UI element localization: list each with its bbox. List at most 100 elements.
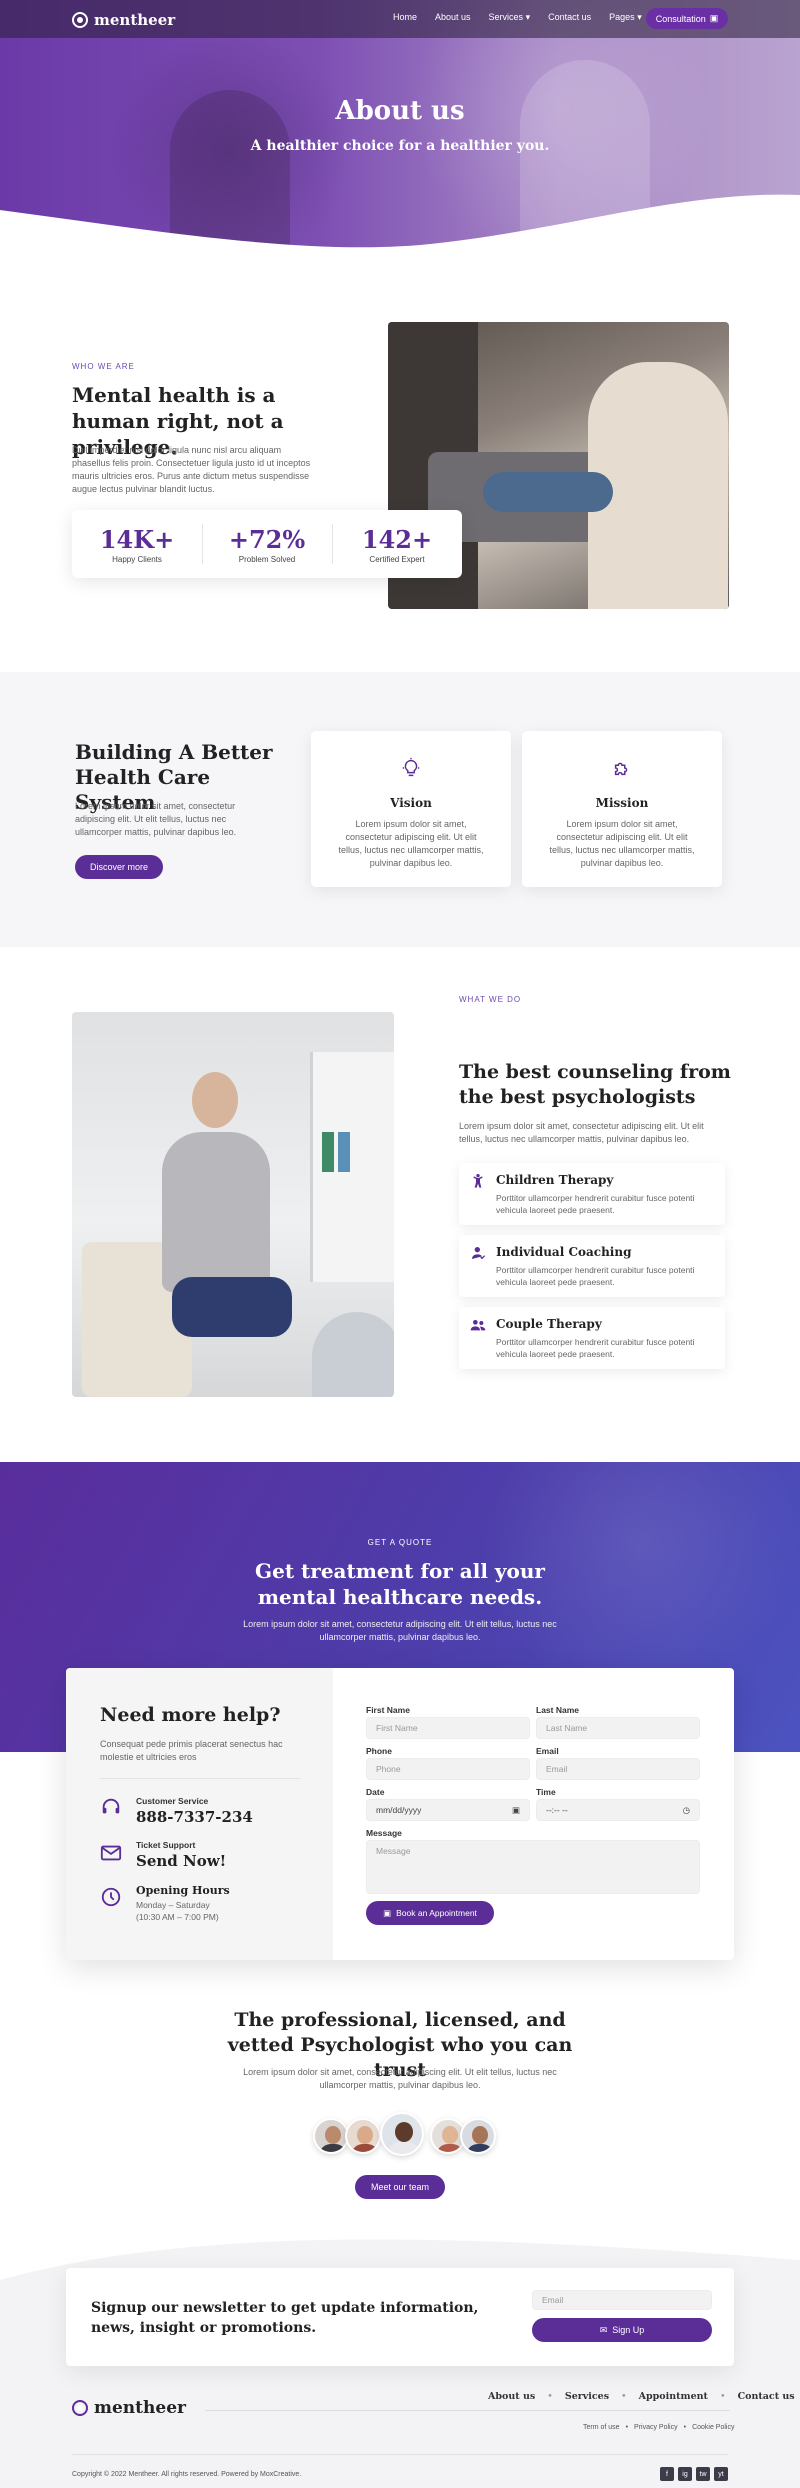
footer-link-about[interactable]: About us — [488, 2391, 535, 2402]
stat-problem-solved: +72% Problem Solved — [202, 510, 332, 578]
chevron-down-icon: ▾ — [525, 12, 531, 22]
stat-value: 14K+ — [99, 524, 175, 554]
hero-banner — [0, 0, 800, 260]
footer-link-contact[interactable]: Contact us — [738, 2391, 795, 2402]
time-label: Time — [536, 1787, 556, 1797]
service-title: Individual Coaching — [496, 1245, 632, 1259]
chevron-down-icon: ▾ — [637, 12, 642, 22]
separator: • — [719, 2391, 726, 2402]
copyright: Copyright © 2022 Mentheer. All rights re… — [72, 2471, 302, 2478]
nav-about[interactable]: About us — [435, 12, 471, 23]
child-icon — [473, 1174, 483, 1188]
service-text: Porttitor ullamcorper hendrerit curabitu… — [496, 1265, 695, 1287]
puzzle-icon — [614, 762, 628, 776]
hours-time: (10:30 AM – 7:00 PM) — [136, 1912, 219, 1922]
page-subtitle: A healthier choice for a healthier you. — [250, 138, 550, 154]
email-field[interactable]: Email — [536, 1758, 700, 1780]
discover-more-button[interactable]: Discover more — [75, 855, 163, 879]
consultation-label: Consultation — [655, 13, 706, 24]
nav-services[interactable]: Services ▾ — [489, 12, 531, 23]
send-now-link[interactable]: Send Now! — [136, 1852, 226, 1870]
footer-link-services[interactable]: Services — [565, 2391, 609, 2402]
quote-text: Lorem ipsum dolor sit amet, consectetur … — [243, 1619, 557, 1642]
logo-icon — [72, 12, 88, 28]
legal-terms[interactable]: Term of use — [583, 2424, 620, 2431]
nav-home[interactable]: Home — [393, 12, 417, 23]
twitter-icon[interactable]: tw — [696, 2467, 710, 2481]
service-title: Children Therapy — [496, 1173, 614, 1187]
legal-cookie[interactable]: Cookie Policy — [692, 2424, 734, 2431]
calendar-icon: ▣ — [511, 1804, 520, 1815]
brand-logo[interactable]: mentheer — [72, 11, 175, 29]
last-name-field[interactable]: Last Name — [536, 1717, 700, 1739]
first-name-placeholder: First Name — [376, 1723, 418, 1733]
facebook-icon[interactable]: f — [660, 2467, 674, 2481]
calendar-icon: ▣ — [383, 1907, 392, 1918]
contact-label: Customer Service — [136, 1796, 209, 1806]
stat-value: +72% — [228, 524, 306, 554]
help-title: Need more help? — [100, 1704, 281, 1726]
mission-text: Lorem ipsum dolor sit amet, consectetur … — [549, 819, 695, 868]
services-title: The best counseling from the best psycho… — [459, 1061, 731, 1108]
separator: • — [683, 2424, 687, 2431]
stat-certified-expert: 142+ Certified Expert — [332, 510, 462, 578]
meet-our-team-button[interactable]: Meet our team — [355, 2175, 445, 2199]
users-icon — [470, 1320, 486, 1331]
date-field[interactable]: mm/dd/yyyy ▣ — [366, 1799, 530, 1821]
divider — [100, 1778, 300, 1779]
team-avatar-2[interactable] — [345, 2118, 381, 2154]
legal-privacy[interactable]: Privacy Policy — [634, 2424, 678, 2431]
psychologist-photo — [72, 1012, 394, 1397]
footer-logo[interactable]: mentheer — [72, 2398, 186, 2418]
services-text: Lorem ipsum dolor sit amet, consectetur … — [459, 1121, 704, 1144]
appointment-card: Need more help? Consequat pede primis pl… — [66, 1668, 734, 1960]
book-appointment-button[interactable]: ▣ Book an Appointment — [366, 1901, 494, 1925]
phone-label: Phone — [366, 1746, 392, 1756]
quote-eyebrow: GET A QUOTE — [367, 1538, 433, 1547]
last-name-label: Last Name — [536, 1705, 579, 1715]
team-avatar-3[interactable] — [380, 2112, 424, 2156]
message-placeholder: Message — [376, 1846, 411, 1856]
help-panel: Need more help? Consequat pede primis pl… — [66, 1668, 333, 1960]
nav-pages[interactable]: Pages ▾ — [609, 12, 642, 23]
stat-happy-clients: 14K+ Happy Clients — [72, 510, 202, 578]
service-individual-coaching[interactable]: Individual Coaching Porttitor ullamcorpe… — [459, 1235, 725, 1297]
footer-bottom-divider — [72, 2454, 728, 2455]
newsletter-email-input[interactable]: Email — [532, 2290, 712, 2310]
building-text: Lorem ipsum dolor sit amet, consectetur … — [75, 801, 237, 837]
service-couple-therapy[interactable]: Couple Therapy Porttitor ullamcorper hen… — [459, 1307, 725, 1369]
footer-brand-name: mentheer — [94, 2398, 186, 2418]
team-avatar-5[interactable] — [460, 2118, 496, 2154]
team-avatar-1[interactable] — [313, 2118, 349, 2154]
time-placeholder: --:-- -- — [546, 1805, 568, 1815]
brand-name: mentheer — [94, 11, 176, 29]
stat-label: Certified Expert — [369, 554, 425, 564]
sign-up-button[interactable]: ✉ Sign Up — [532, 2318, 712, 2342]
consultation-button[interactable]: Consultation ▣ — [646, 8, 728, 29]
nav-contact[interactable]: Contact us — [548, 12, 591, 23]
newsletter-title: Signup our newsletter to get update info… — [91, 2300, 479, 2336]
contact-label: Opening Hours — [136, 1884, 230, 1897]
date-placeholder: mm/dd/yyyy — [376, 1805, 422, 1815]
service-children-therapy[interactable]: Children Therapy Porttitor ullamcorper h… — [459, 1163, 725, 1225]
envelope-icon: ✉ — [599, 2324, 608, 2335]
newsletter-box: Signup our newsletter to get update info… — [66, 2268, 734, 2366]
time-field[interactable]: --:-- -- ◷ — [536, 1799, 700, 1821]
instagram-icon[interactable]: ig — [678, 2467, 692, 2481]
email-label: Email — [536, 1746, 559, 1756]
contact-label: Ticket Support — [136, 1840, 196, 1850]
hours-days: Monday – Saturday — [136, 1900, 210, 1910]
hero-wave — [0, 194, 800, 260]
main-nav: Home About us Services ▾ Contact us Page… — [393, 12, 642, 23]
stat-label: Happy Clients — [112, 554, 162, 564]
phone-field[interactable]: Phone — [366, 1758, 530, 1780]
message-field[interactable]: Message — [366, 1840, 700, 1894]
contact-phone[interactable]: 888-7337-234 — [136, 1808, 253, 1826]
service-title: Couple Therapy — [496, 1317, 602, 1331]
newsletter-email-placeholder: Email — [542, 2295, 564, 2305]
youtube-icon[interactable]: yt — [714, 2467, 728, 2481]
stat-label: Problem Solved — [238, 554, 296, 564]
mission-card: Mission Lorem ipsum dolor sit amet, cons… — [522, 731, 722, 887]
footer-link-appointment[interactable]: Appointment — [639, 2391, 708, 2402]
first-name-field[interactable]: First Name — [366, 1717, 530, 1739]
